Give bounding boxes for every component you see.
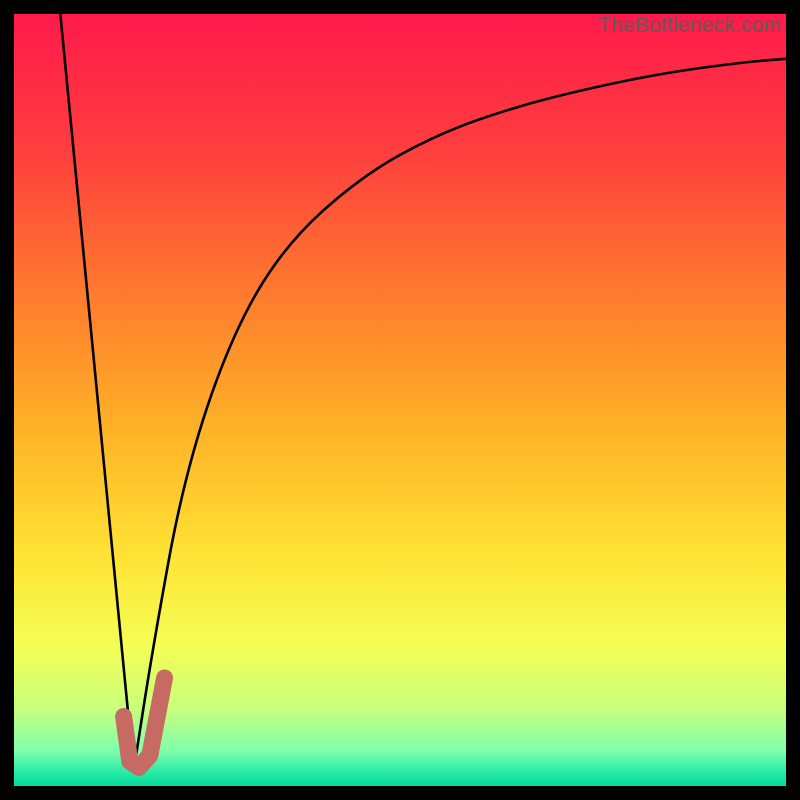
chart-frame: TheBottleneck.com	[0, 0, 800, 800]
plot-area: TheBottleneck.com	[14, 14, 786, 786]
bottleneck-marker	[124, 678, 165, 768]
bottleneck-curve	[60, 14, 786, 771]
watermark-text: TheBottleneck.com	[599, 14, 782, 38]
curve-layer	[14, 14, 786, 786]
